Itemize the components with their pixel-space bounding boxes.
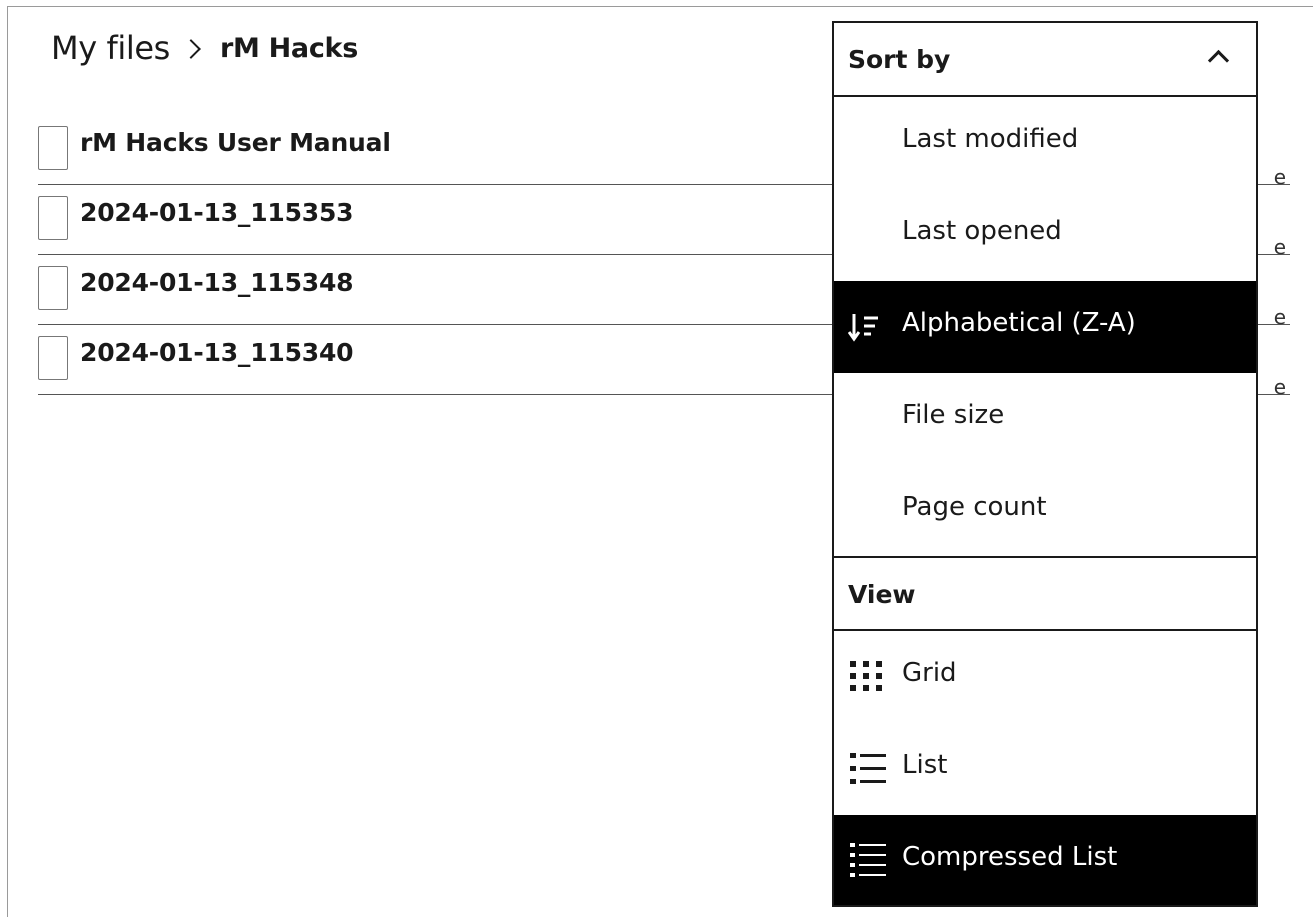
- file-name: 2024-01-13_115348: [80, 268, 354, 297]
- sort-option-last-opened[interactable]: Last opened: [834, 189, 1256, 281]
- sort-by-label: Sort by: [848, 45, 951, 74]
- sort-view-menu: Sort by Last modified Last opened Alphab…: [832, 21, 1258, 907]
- view-option-list[interactable]: List: [834, 723, 1256, 815]
- file-name: rM Hacks User Manual: [80, 128, 391, 157]
- file-meta-fragment: e: [1273, 375, 1286, 399]
- view-header: View: [834, 558, 1256, 632]
- document-thumbnail-icon: [38, 336, 68, 380]
- chevron-right-icon: [181, 39, 201, 59]
- file-name: 2024-01-13_115353: [80, 198, 354, 227]
- breadcrumb-root[interactable]: My files: [51, 29, 170, 67]
- grid-icon: [850, 661, 882, 691]
- breadcrumb: My files rM Hacks: [51, 28, 358, 68]
- view-option-label: Grid: [902, 658, 957, 688]
- view-option-grid[interactable]: Grid: [834, 631, 1256, 723]
- file-name: 2024-01-13_115340: [80, 338, 354, 367]
- sort-option-label: Last opened: [902, 216, 1062, 246]
- view-option-compressed-list[interactable]: Compressed List: [834, 815, 1256, 905]
- sort-option-label: File size: [902, 400, 1005, 430]
- sort-option-alphabetical[interactable]: Alphabetical (Z-A): [834, 281, 1256, 373]
- view-label: View: [848, 580, 916, 609]
- document-thumbnail-icon: [38, 266, 68, 310]
- sort-option-last-modified[interactable]: Last modified: [834, 97, 1256, 189]
- breadcrumb-current: rM Hacks: [219, 32, 358, 64]
- chevron-up-icon[interactable]: [1207, 49, 1230, 72]
- list-icon: [850, 753, 886, 784]
- view-option-label: Compressed List: [902, 842, 1118, 872]
- view-option-label: List: [902, 750, 948, 780]
- sort-option-label: Alphabetical (Z-A): [902, 308, 1136, 338]
- document-thumbnail-icon: [38, 196, 68, 240]
- sort-option-file-size[interactable]: File size: [834, 373, 1256, 465]
- compressed-list-icon: [850, 843, 886, 877]
- sort-option-label: Page count: [902, 492, 1047, 522]
- document-thumbnail-icon: [38, 126, 68, 170]
- sort-option-page-count[interactable]: Page count: [834, 465, 1256, 557]
- sort-option-label: Last modified: [902, 124, 1079, 154]
- sort-by-header[interactable]: Sort by: [834, 23, 1256, 97]
- sort-descending-icon: [848, 314, 878, 342]
